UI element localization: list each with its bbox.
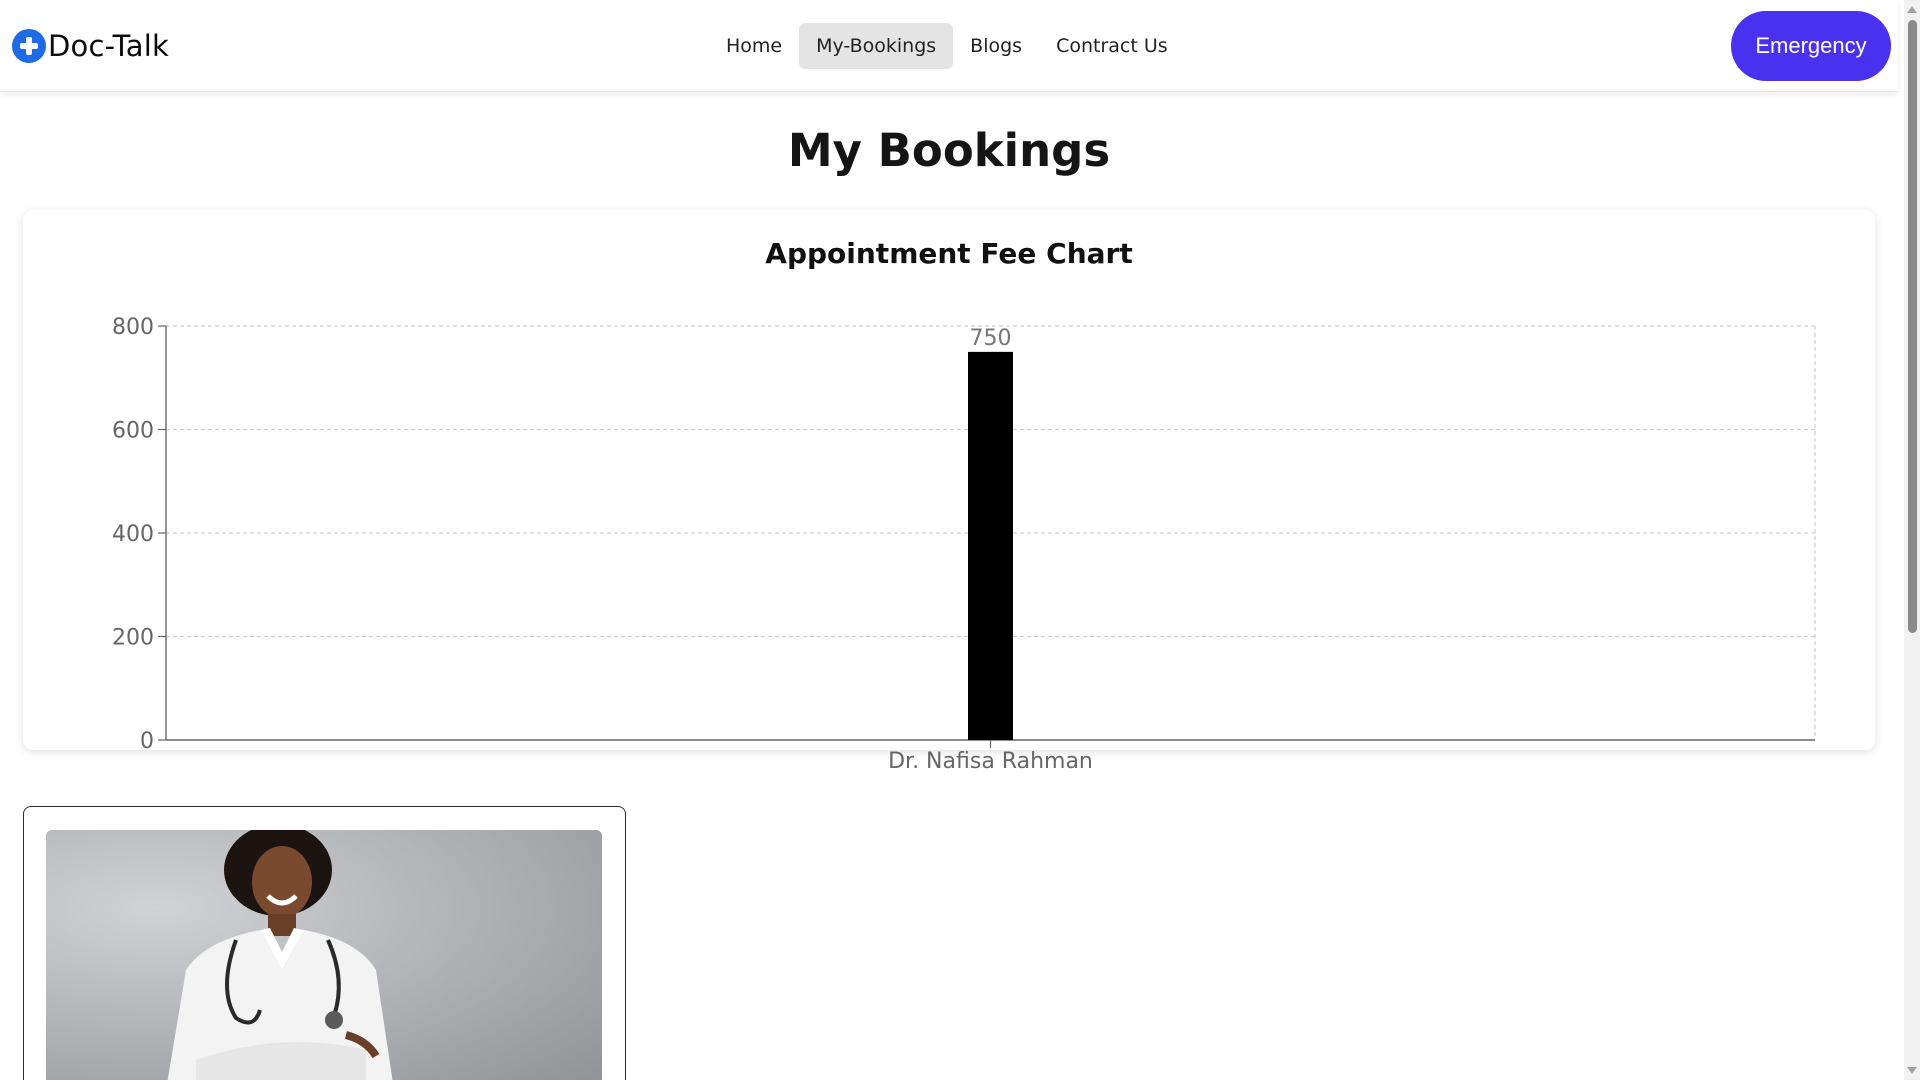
y-tick-label-400: 400 xyxy=(112,522,154,547)
doctor-illustration xyxy=(167,830,393,1080)
brand[interactable]: Doc-Talk xyxy=(12,28,169,64)
y-tick-label-0: 0 xyxy=(140,729,154,754)
emergency-button[interactable]: Emergency xyxy=(1731,11,1891,81)
nav-link-home[interactable]: Home xyxy=(709,23,799,69)
nav-link-contact[interactable]: Contract Us xyxy=(1039,23,1185,69)
y-tick-label-800: 800 xyxy=(112,315,154,340)
scroll-up-arrow-icon[interactable] xyxy=(1907,6,1917,13)
x-tick-label-0: Dr. Nafisa Rahman xyxy=(888,749,1093,774)
data-label-0: 750 xyxy=(970,326,1012,351)
nav-link-my-bookings[interactable]: My-Bookings xyxy=(799,23,954,69)
bar-0 xyxy=(968,351,1013,740)
scrollbar-thumb[interactable] xyxy=(1908,20,1917,633)
scroll-down-arrow-icon[interactable] xyxy=(1907,1067,1917,1074)
doctor-card[interactable] xyxy=(23,806,626,1080)
page-title: My Bookings xyxy=(787,124,1111,177)
y-tick-label-200: 200 xyxy=(112,626,154,651)
nav-links: Home My-Bookings Blogs Contract Us xyxy=(709,23,1185,69)
brand-name: Doc-Talk xyxy=(48,29,169,63)
y-tick-label-600: 600 xyxy=(112,419,154,444)
chart-title: Appointment Fee Chart xyxy=(765,237,1133,270)
nav-link-blogs[interactable]: Blogs xyxy=(953,23,1039,69)
scrollbar[interactable] xyxy=(1904,0,1920,1080)
doctor-photo xyxy=(46,830,602,1080)
navbar: Doc-Talk Home My-Bookings Blogs Contract… xyxy=(0,0,1898,92)
medical-cross-icon xyxy=(12,29,46,63)
appointment-fee-chart: 0 200 400 600 800 Dr. Nafisa Rahman 750 xyxy=(112,315,1816,774)
